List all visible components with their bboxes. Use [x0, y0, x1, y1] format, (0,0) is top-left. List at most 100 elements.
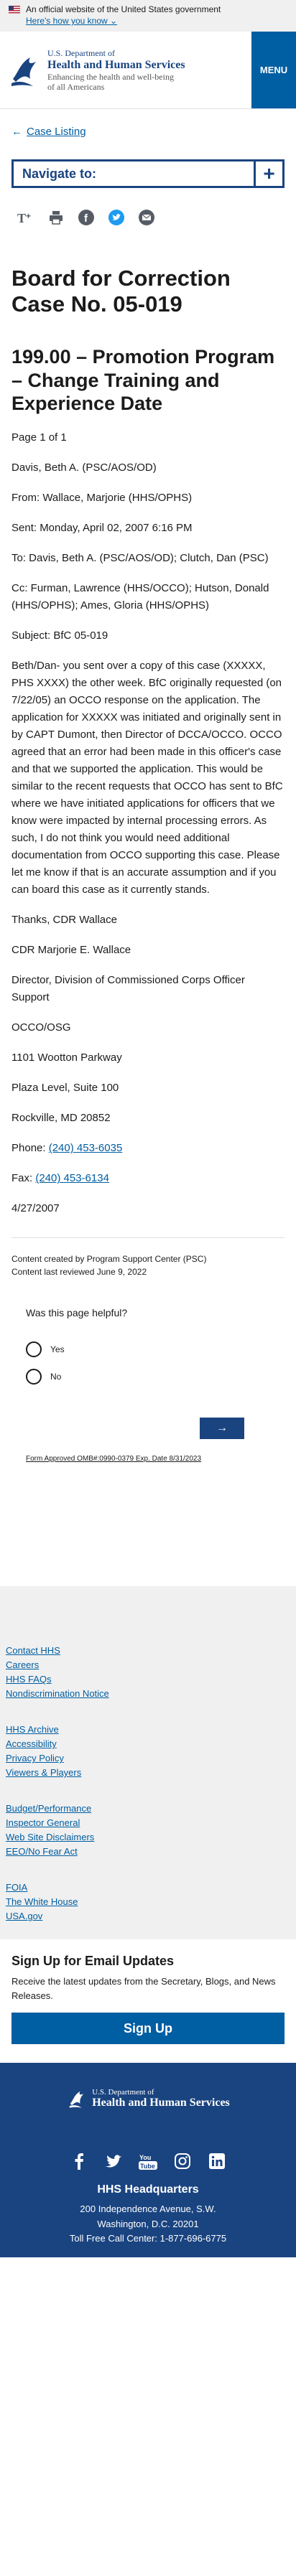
address-city: Rockville, MD 20852 — [11, 1112, 111, 1125]
phone-link[interactable]: (240) 453-6035 — [49, 1142, 123, 1154]
footer-link-archive[interactable]: HHS Archive — [6, 1724, 59, 1735]
omb-notice[interactable]: Form Approved OMB#:0990-0379 Exp. Date 8… — [26, 1455, 270, 1463]
address-street: 1101 Wootton Parkway — [11, 1052, 122, 1064]
svg-text:Tube: Tube — [140, 2163, 155, 2170]
email-signoff: Thanks, CDR Wallace — [11, 914, 117, 927]
signup-text: Receive the latest updates from the Secr… — [11, 1976, 276, 2001]
email-sent: Sent: Monday, April 02, 2007 6:16 PM — [11, 522, 193, 535]
hhs-eagle-icon — [69, 2092, 84, 2109]
footer-link-usagov[interactable]: USA.gov — [6, 1911, 42, 1921]
share-toolbar: T + f — [0, 208, 296, 227]
no-label: No — [50, 1372, 62, 1382]
svg-text:+: + — [26, 211, 31, 221]
sign-up-button[interactable]: Sign Up — [11, 2013, 285, 2045]
footer-link-nondiscrimination[interactable]: Nondiscrimination Notice — [6, 1688, 109, 1699]
fax-line: Fax: (240) 453-6134 — [11, 1170, 285, 1187]
footer-group-4: FOIA The White House USA.gov — [6, 1882, 290, 1925]
heres-how-you-know-label: Here's how you know — [26, 16, 108, 26]
footer-link-eeo[interactable]: EEO/No Fear Act — [6, 1846, 78, 1857]
hq-address-city: Washington, D.C. 20201 — [97, 2218, 199, 2229]
breadcrumb: ← Case Listing — [0, 109, 296, 142]
menu-button[interactable]: MENU — [251, 32, 296, 108]
site-header: U.S. Department of Health and Human Serv… — [0, 32, 296, 109]
gov-banner: An official website of the United States… — [0, 0, 296, 32]
signature-title: Director, Division of Commissioned Corps… — [11, 974, 245, 1004]
content-last-reviewed: Content last reviewed June 9, 2022 — [11, 1267, 147, 1278]
footer-link-viewers[interactable]: Viewers & Players — [6, 1767, 81, 1778]
address-suite: Plaza Level, Suite 100 — [11, 1082, 119, 1095]
main-content: Board for Correction Case No. 05-019 199… — [0, 266, 296, 1278]
fax-link[interactable]: (240) 453-6134 — [35, 1172, 109, 1184]
twitter-icon[interactable] — [104, 2152, 123, 2170]
gov-banner-text: An official website of the United States… — [26, 4, 221, 14]
feedback-submit-button[interactable]: → — [200, 1418, 244, 1440]
plus-icon[interactable]: + — [254, 161, 282, 186]
email-body: Beth/Dan- you sent over a copy of this c… — [11, 660, 283, 896]
case-listing-link[interactable]: Case Listing — [27, 126, 86, 138]
svg-text:You: You — [139, 2154, 151, 2161]
logo-tagline-1: Enhancing the health and well-being — [47, 71, 174, 82]
footer-link-faqs[interactable]: HHS FAQs — [6, 1674, 52, 1685]
hhs-eagle-icon — [11, 57, 36, 86]
instagram-icon[interactable] — [173, 2152, 192, 2170]
hhs-logo[interactable]: U.S. Department of Health and Human Serv… — [0, 32, 251, 108]
heres-how-you-know-link[interactable]: Here's how you know ⌄ — [26, 16, 117, 26]
signature-office: OCCO/OSG — [11, 1021, 71, 1034]
footer-link-white-house[interactable]: The White House — [6, 1896, 78, 1907]
twitter-share-icon[interactable] — [108, 209, 125, 226]
email-to: To: Davis, Beth A. (PSC/AOS/OD); Clutch,… — [11, 552, 269, 565]
footer-group-1: Contact HHS Careers HHS FAQs Nondiscrimi… — [6, 1645, 290, 1702]
signup-heading: Sign Up for Email Updates — [11, 1954, 175, 1969]
footer-links: Contact HHS Careers HHS FAQs Nondiscrimi… — [0, 1586, 296, 1940]
yes-label: Yes — [50, 1344, 65, 1355]
linkedin-icon[interactable] — [208, 2152, 226, 2170]
logo-line-1: U.S. Department of — [47, 47, 115, 58]
page-title: Board for Correction Case No. 05-019 — [11, 266, 231, 317]
page-count: Page 1 of 1 — [11, 431, 67, 444]
us-flag-icon — [9, 5, 20, 14]
footer-link-accessibility[interactable]: Accessibility — [6, 1738, 57, 1749]
feedback-yes-option[interactable]: Yes — [26, 1341, 270, 1358]
footer-link-budget[interactable]: Budget/Performance — [6, 1803, 91, 1814]
feedback-no-option[interactable]: No — [26, 1369, 270, 1385]
hq-address-street: 200 Independence Avenue, S.W. — [80, 2203, 216, 2215]
logo-line-2: Health and Human Services — [47, 58, 185, 71]
yes-radio[interactable] — [26, 1341, 42, 1358]
email-signup: Sign Up for Email Updates Receive the la… — [0, 1939, 296, 2063]
hq-tollfree: Toll Free Call Center: 1-877-696-6775 — [69, 2232, 227, 2244]
footer-link-inspector-general[interactable]: Inspector General — [6, 1817, 80, 1828]
facebook-share-icon[interactable]: f — [78, 209, 95, 226]
footer-logo[interactable]: U.S. Department of Health and Human Serv… — [0, 2087, 296, 2110]
arrow-right-icon: → — [216, 1422, 228, 1435]
facebook-icon[interactable] — [70, 2152, 88, 2170]
email-cc: Cc: Furman, Lawrence (HHS/OCCO); Hutson,… — [11, 582, 269, 612]
logo-tagline-2: of all Americans — [47, 82, 105, 92]
phone-label: Phone: — [11, 1142, 49, 1155]
email-from: From: Wallace, Marjorie (HHS/OPHS) — [11, 492, 193, 505]
footer-link-disclaimers[interactable]: Web Site Disclaimers — [6, 1832, 94, 1842]
footer-group-3: Budget/Performance Inspector General Web… — [6, 1803, 290, 1860]
recipient-name: Davis, Beth A. (PSC/AOS/OD) — [11, 462, 157, 474]
footer-logo-line-1: U.S. Department of — [92, 2088, 154, 2097]
footer-link-privacy[interactable]: Privacy Policy — [6, 1753, 64, 1764]
arrow-left-icon: ← — [11, 126, 22, 138]
footer-link-foia[interactable]: FOIA — [6, 1882, 27, 1893]
hq-address: 200 Independence Avenue, S.W. Washington… — [0, 2202, 296, 2245]
document-date: 4/27/2007 — [11, 1202, 60, 1215]
phone-line: Phone: (240) 453-6035 — [11, 1140, 285, 1157]
email-share-icon[interactable] — [138, 209, 155, 226]
content-created-by: Content created by Program Support Cente… — [11, 1254, 207, 1265]
social-links: You Tube — [0, 2152, 296, 2170]
no-radio[interactable] — [26, 1369, 42, 1385]
footer-link-careers[interactable]: Careers — [6, 1659, 39, 1670]
text-resize-icon[interactable]: T + — [17, 209, 34, 226]
page-subtitle: 199.00 – Promotion Program – Change Trai… — [11, 346, 275, 415]
feedback-question: Was this page helpful? — [26, 1307, 128, 1319]
youtube-icon[interactable]: You Tube — [139, 2152, 157, 2170]
footer-logo-line-2: Health and Human Services — [92, 2097, 230, 2109]
footer-group-2: HHS Archive Accessibility Privacy Policy… — [6, 1724, 290, 1781]
bottom-footer: U.S. Department of Health and Human Serv… — [0, 2063, 296, 2257]
print-icon[interactable] — [47, 209, 65, 226]
navigate-to-dropdown[interactable]: Navigate to: + — [11, 159, 285, 188]
footer-link-contact[interactable]: Contact HHS — [6, 1645, 60, 1656]
